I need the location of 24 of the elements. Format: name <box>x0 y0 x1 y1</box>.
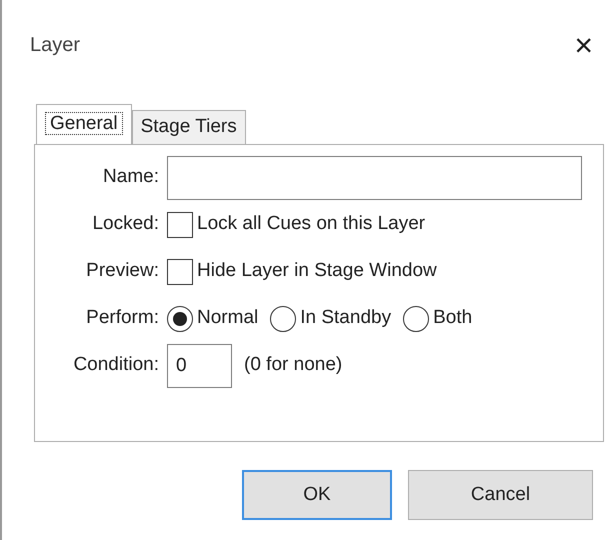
radio-label: Both <box>433 306 472 330</box>
dialog-button[interactable]: Cancel <box>408 470 593 520</box>
field-label: Perform: <box>85 306 160 330</box>
checkbox[interactable] <box>167 212 193 238</box>
field-label: Preview: <box>85 259 160 284</box>
radio-label: In Standby <box>300 306 392 330</box>
radio-button[interactable] <box>403 306 430 332</box>
radio-label: Normal <box>197 306 258 330</box>
field-label: Condition: <box>72 353 160 378</box>
window-title: Layer <box>30 33 80 58</box>
name-field[interactable] <box>167 156 582 200</box>
close-button[interactable]: × <box>574 29 593 61</box>
condition-field[interactable]: 0 <box>167 344 232 388</box>
checkbox[interactable] <box>167 258 193 284</box>
field-label: Locked: <box>91 212 160 236</box>
checkbox-label: Lock all Cues on this Layer <box>197 212 426 236</box>
tab[interactable]: General <box>36 104 132 144</box>
checkbox-label: Hide Layer in Stage Window <box>197 259 437 284</box>
field-label: Name: <box>102 165 160 190</box>
radio-button[interactable] <box>270 306 296 332</box>
radio-button[interactable] <box>167 306 193 332</box>
tab[interactable]: Stage Tiers <box>132 110 246 144</box>
dialog-button[interactable]: OK <box>242 470 392 520</box>
hint-text: (0 for none) <box>244 353 342 378</box>
